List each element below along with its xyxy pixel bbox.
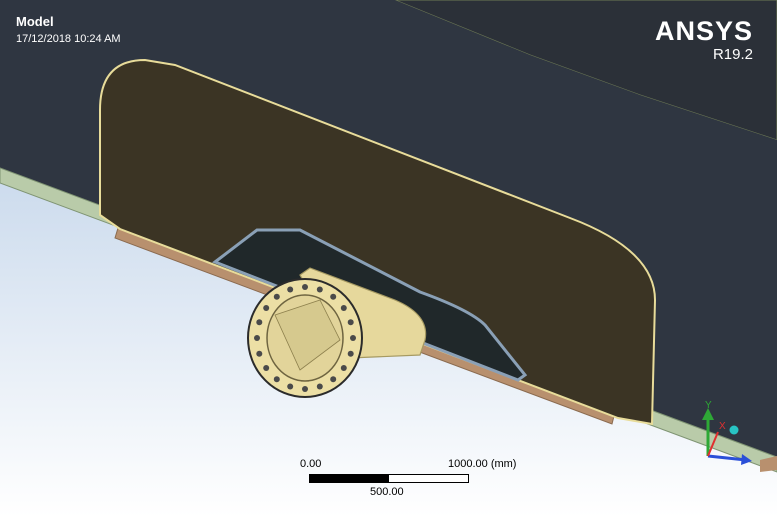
scale-label-mid: 500.00 — [370, 486, 404, 498]
bolt-hole — [263, 305, 270, 311]
bolt-hole — [287, 286, 294, 293]
bolt-hole — [350, 335, 356, 341]
bolt-hole — [254, 335, 260, 341]
bolt-hole — [273, 293, 280, 300]
triad-x-label: X — [719, 421, 726, 432]
model-scene[interactable] — [0, 0, 777, 517]
model-title: Model — [16, 14, 54, 29]
bolt-hole — [256, 319, 263, 326]
model-timestamp: 17/12/2018 10:24 AM — [16, 33, 121, 45]
bolt-hole — [256, 350, 263, 357]
bolt-hole — [347, 319, 354, 326]
bolt-hole — [302, 386, 308, 392]
scale-label-start: 0.00 — [300, 458, 322, 470]
scale-segment-dark — [309, 474, 389, 483]
bolt-hole — [347, 350, 354, 357]
bolt-hole — [340, 365, 347, 371]
scale-label-end: 1000.00 (mm) — [448, 458, 517, 470]
graphics-viewport[interactable]: Model 17/12/2018 10:24 AM ANSYS R19.2 0.… — [0, 0, 777, 517]
bolt-hole — [340, 305, 347, 311]
triad-z-axis — [707, 454, 747, 462]
bolt-hole — [316, 383, 323, 390]
bolt-hole — [316, 286, 323, 293]
brand-version: R19.2 — [712, 46, 753, 63]
bolt-hole — [330, 293, 337, 300]
triad-z-arrow — [741, 454, 752, 465]
bolt-hole — [287, 383, 294, 390]
bolt-hole — [330, 376, 337, 383]
scale-bar: 0.00 1000.00 (mm) 500.00 — [300, 458, 530, 508]
brand-name: ANSYS — [654, 16, 753, 46]
bolt-hole — [263, 365, 270, 371]
coordinate-triad[interactable]: Y X — [690, 398, 760, 468]
ansys-logo: ANSYS R19.2 — [654, 16, 753, 63]
bolt-hole — [273, 376, 280, 383]
triad-y-label: Y — [705, 400, 712, 411]
triad-sphere-icon — [729, 425, 739, 435]
scale-segment-light — [388, 474, 469, 483]
bolt-hole — [302, 284, 308, 290]
